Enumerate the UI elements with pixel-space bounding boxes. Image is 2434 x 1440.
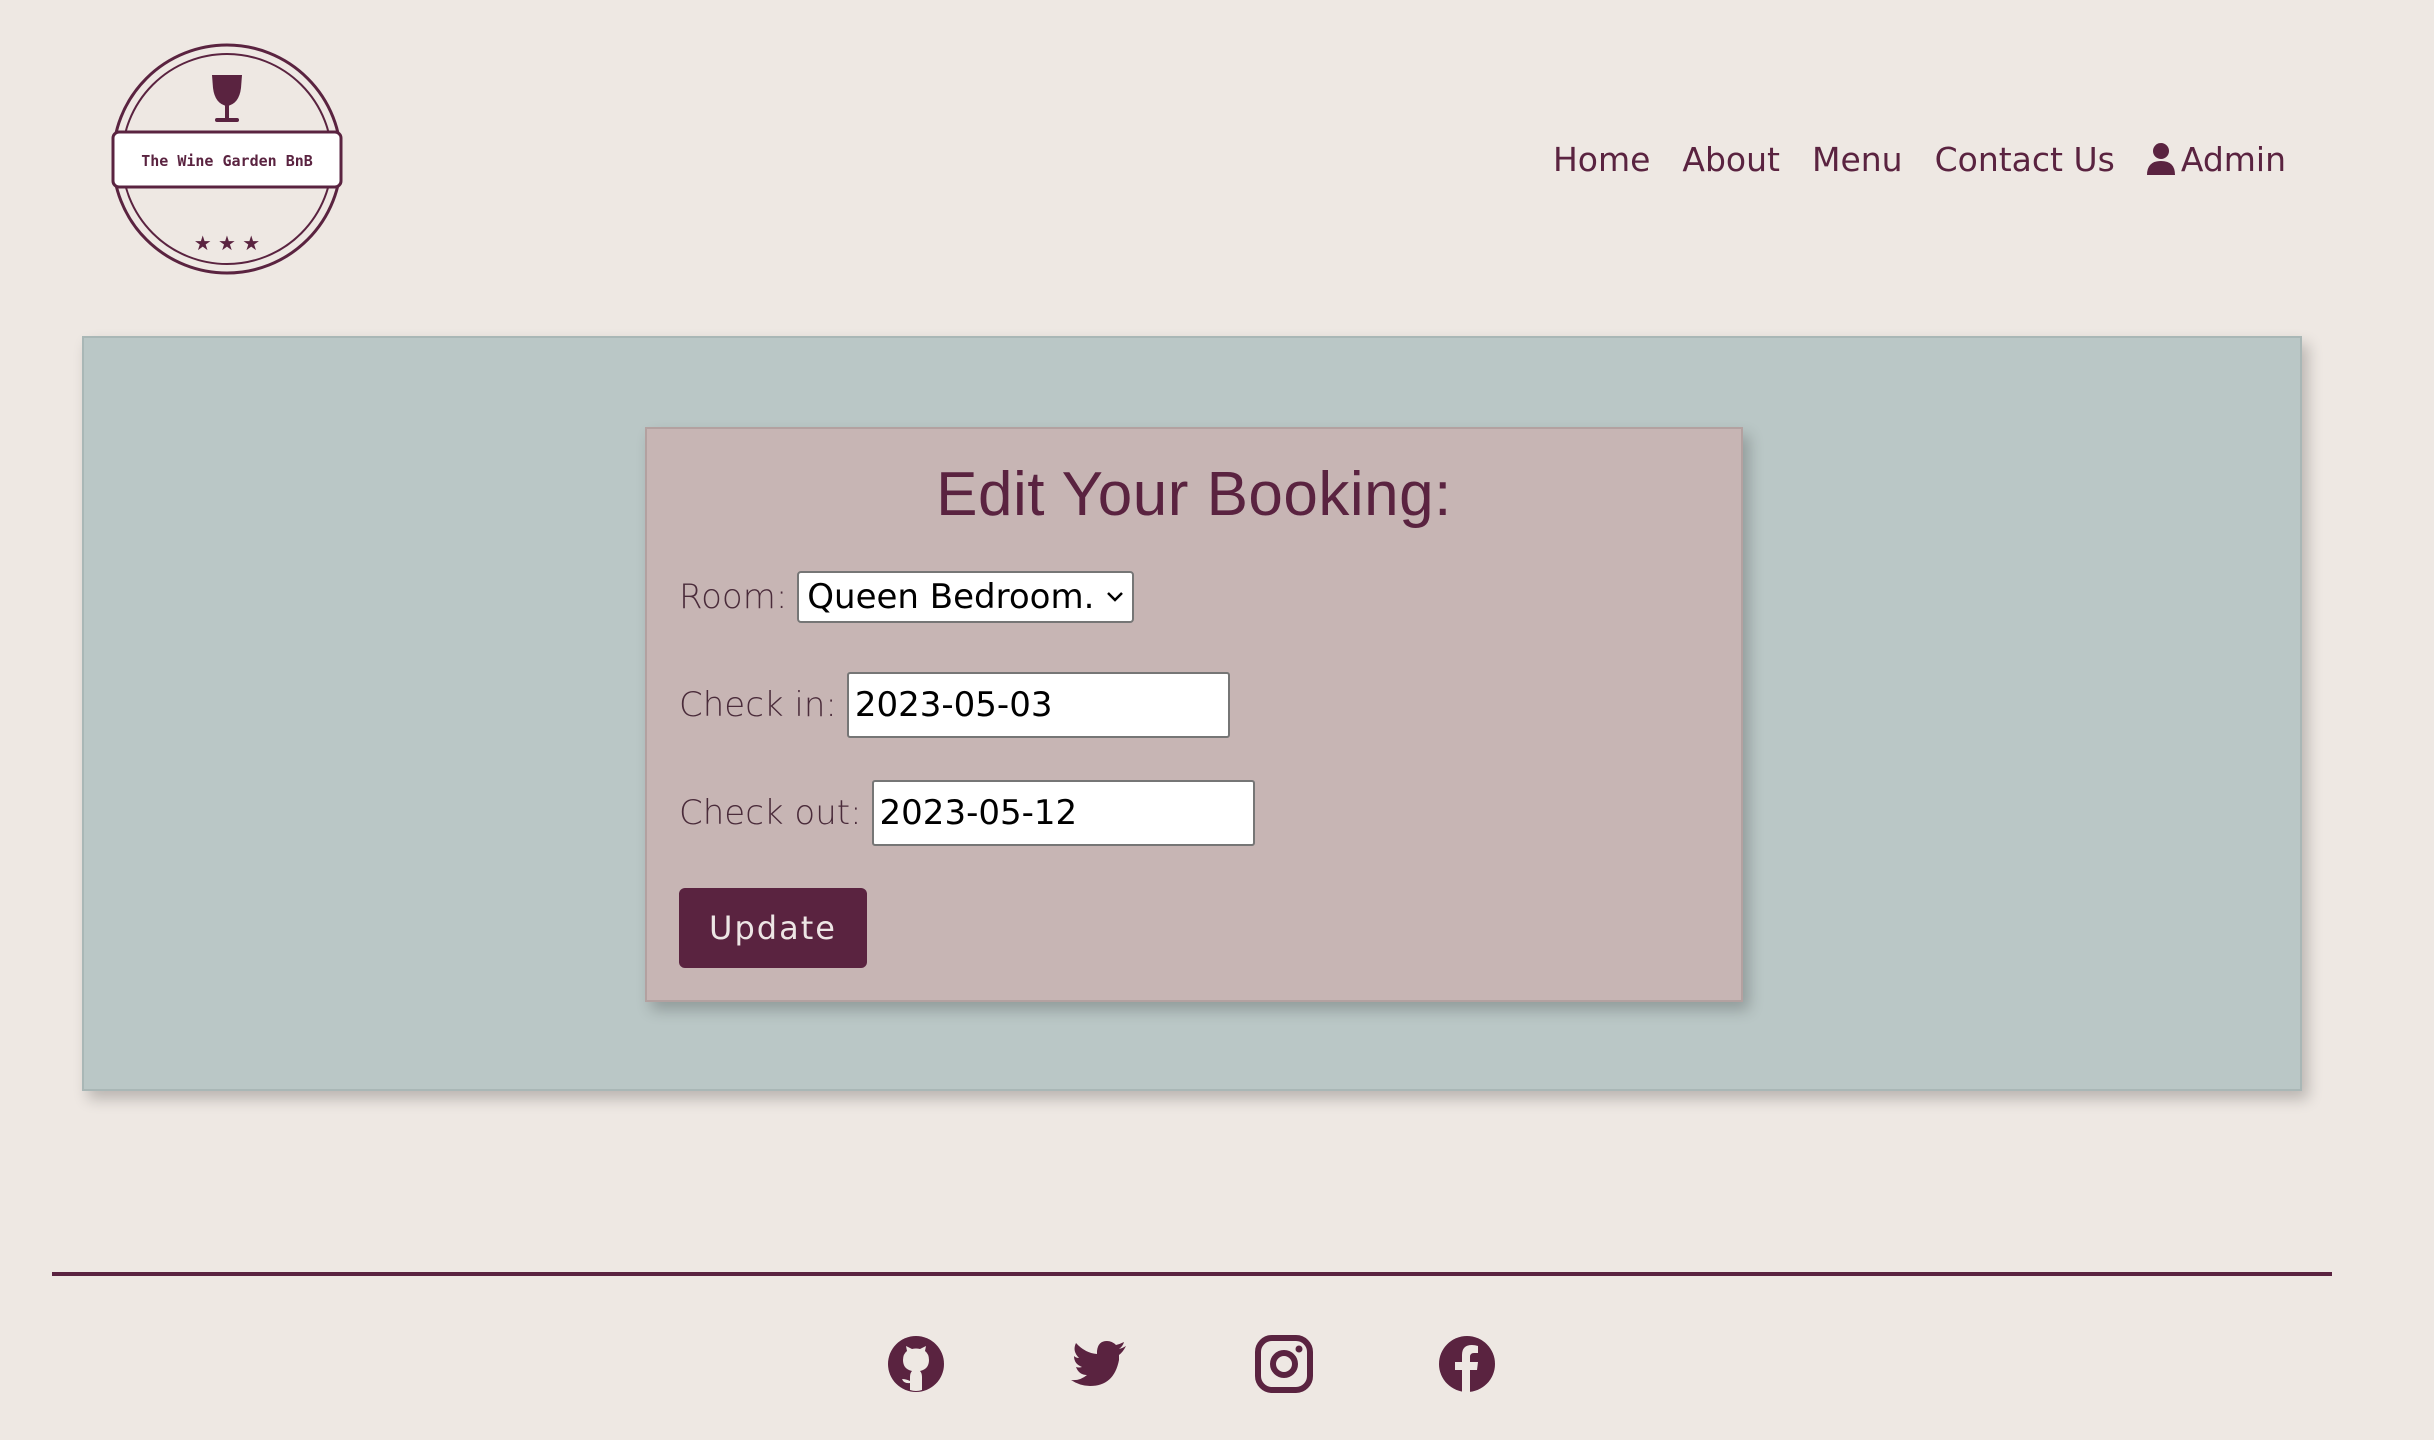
facebook-link[interactable] <box>1437 1334 1497 1394</box>
instagram-icon <box>1255 1335 1313 1393</box>
logo-text: The Wine Garden BnB <box>141 152 313 170</box>
checkin-row: Check in: <box>679 672 1230 738</box>
chevron-down-icon <box>1107 592 1124 602</box>
checkout-label: Check out: <box>679 793 862 833</box>
page-title: Edit Your Booking: <box>936 460 1452 529</box>
nav-menu-link[interactable]: Menu <box>1812 140 1903 179</box>
checkout-date-input[interactable] <box>871 780 1255 846</box>
twitter-icon <box>1071 1341 1126 1386</box>
footer-divider <box>52 1272 2332 1276</box>
facebook-icon <box>1439 1336 1495 1392</box>
logo-stars: ★ ★ ★ <box>194 231 261 255</box>
update-button[interactable]: Update <box>679 888 867 968</box>
admin-label: Admin <box>2180 139 2286 179</box>
room-label: Room: <box>679 577 788 617</box>
user-icon <box>2146 143 2175 175</box>
twitter-link[interactable] <box>1070 1334 1130 1394</box>
booking-panel: Edit Your Booking: Room: Queen Bedroom. … <box>82 336 2302 1091</box>
logo-emblem: The Wine Garden BnB ★ ★ ★ <box>111 43 343 275</box>
edit-booking-card: Edit Your Booking: Room: Queen Bedroom. … <box>645 427 1743 1002</box>
instagram-link[interactable] <box>1254 1334 1314 1394</box>
room-select-value: Queen Bedroom. <box>807 577 1095 617</box>
room-select[interactable]: Queen Bedroom. <box>797 571 1135 623</box>
site-logo[interactable]: The Wine Garden BnB ★ ★ ★ <box>110 42 344 276</box>
checkout-row: Check out: <box>679 780 1255 846</box>
room-row: Room: Queen Bedroom. <box>679 571 1135 623</box>
nav-contact-link[interactable]: Contact Us <box>1935 140 2115 179</box>
checkin-label: Check in: <box>679 685 837 725</box>
github-link[interactable] <box>886 1334 946 1394</box>
main-nav: Home About Menu Contact Us Admin <box>1553 132 2286 186</box>
nav-admin-link[interactable]: Admin <box>2146 139 2286 179</box>
github-icon <box>888 1336 944 1392</box>
checkin-date-input[interactable] <box>846 672 1230 738</box>
nav-about-link[interactable]: About <box>1682 140 1780 179</box>
nav-home-link[interactable]: Home <box>1553 140 1650 179</box>
